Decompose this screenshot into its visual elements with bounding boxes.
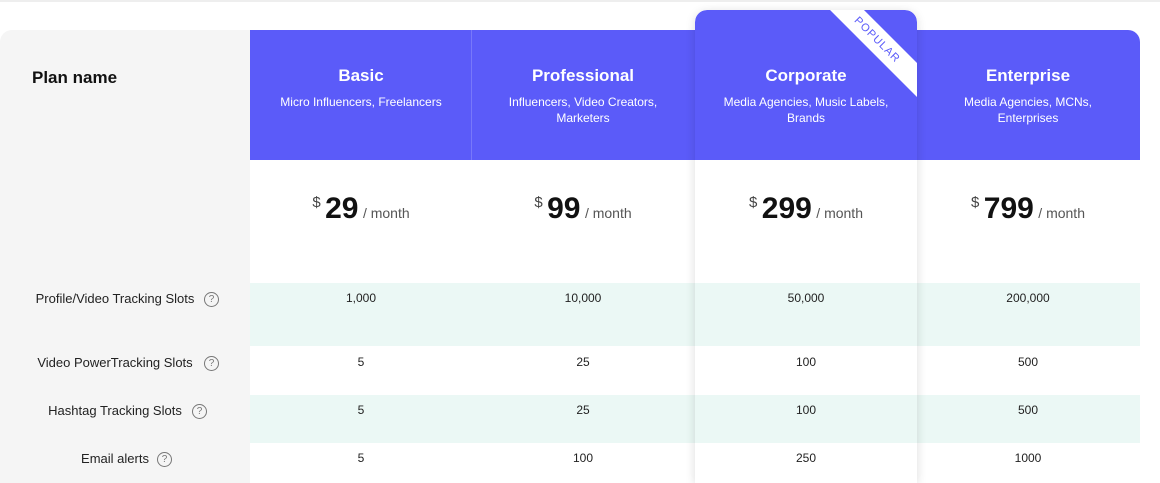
feature-label-email-alerts: Email alerts [81, 451, 149, 466]
question-circle-icon[interactable]: ? [192, 404, 207, 419]
plan-audience: Influencers, Video Creators, Marketers [508, 95, 658, 125]
currency-symbol: $ [970, 194, 980, 211]
price-period: / month [1038, 205, 1085, 221]
cell-value: 500 [1017, 355, 1039, 369]
plan-header-basic: Basic Micro Influencers, Freelancers [250, 66, 472, 110]
currency-symbol: $ [748, 194, 758, 211]
cell-value: 25 [576, 403, 590, 417]
cell-value: 100 [795, 403, 817, 417]
cell-value: 250 [795, 451, 817, 465]
cell-value: 1000 [1014, 451, 1042, 465]
question-circle-icon[interactable]: ? [204, 356, 219, 371]
feature-label-profile-video-tracking: Profile/Video Tracking Slots [35, 291, 195, 306]
question-circle-icon[interactable]: ? [157, 452, 172, 467]
feature-label-hashtag-tracking: Hashtag Tracking Slots [48, 403, 182, 418]
feature-label-video-powertracking: Video PowerTracking Slots [37, 355, 193, 370]
cell-value: 500 [1017, 403, 1039, 417]
plan-header-corporate: Corporate Media Agencies, Music Labels, … [695, 66, 917, 126]
cell-value: 100 [572, 451, 594, 465]
plan-audience: Micro Influencers, Freelancers [280, 95, 442, 109]
cell-value: 200,000 [1006, 291, 1050, 305]
question-circle-icon[interactable]: ? [204, 292, 219, 307]
plan-name-heading: Plan name [32, 68, 118, 87]
price-amount: 99 [547, 192, 581, 225]
plan-header-professional: Professional Influencers, Video Creators… [472, 66, 694, 126]
cell-value: 25 [576, 355, 590, 369]
plan-audience: Media Agencies, MCNs, Enterprises [963, 95, 1093, 125]
currency-symbol: $ [312, 194, 321, 211]
price-amount: 299 [761, 192, 812, 225]
plan-title: Basic [338, 66, 384, 85]
price-period: / month [362, 205, 410, 221]
price-professional: $ 99 / month [472, 192, 694, 226]
cell-value: 5 [357, 451, 365, 465]
top-divider [0, 0, 1160, 2]
cell-value: 10,000 [564, 291, 602, 305]
currency-symbol: $ [534, 194, 543, 211]
cell-value: 1,000 [345, 291, 377, 305]
plan-header-enterprise: Enterprise Media Agencies, MCNs, Enterpr… [917, 66, 1139, 126]
price-basic: $ 29 / month [250, 192, 472, 226]
plan-title: Professional [531, 66, 635, 85]
plan-audience: Media Agencies, Music Labels, Brands [723, 95, 889, 125]
price-period: / month [816, 205, 863, 221]
price-period: / month [584, 205, 632, 221]
price-amount: 799 [983, 192, 1034, 225]
price-amount: 29 [325, 192, 359, 225]
cell-value: 100 [795, 355, 817, 369]
cell-value: 50,000 [787, 291, 825, 305]
price-enterprise: $ 799 / month [917, 192, 1139, 226]
cell-value: 5 [357, 403, 365, 417]
price-corporate: $ 299 / month [695, 192, 917, 226]
plan-title: Corporate [765, 66, 847, 85]
plan-title: Enterprise [985, 66, 1071, 85]
cell-value: 5 [357, 355, 365, 369]
